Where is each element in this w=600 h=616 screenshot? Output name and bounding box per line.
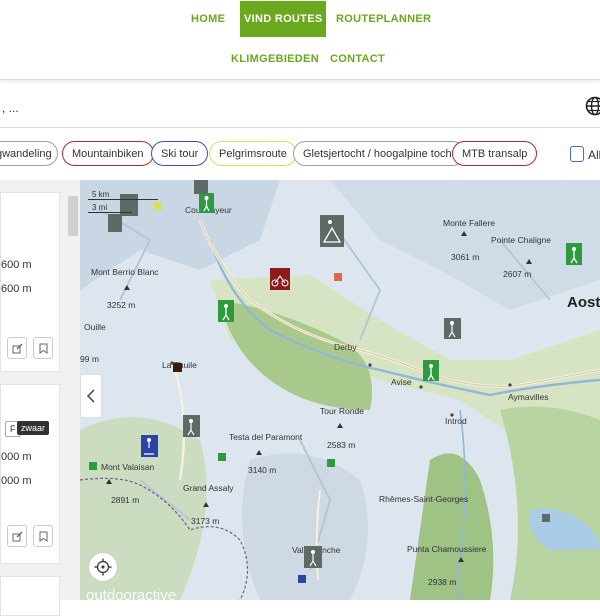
- route-card-value: 000 m: [1, 451, 32, 463]
- all-checkbox[interactable]: [570, 146, 584, 162]
- mountaineering-poi-icon[interactable]: [444, 318, 461, 339]
- map-label-avise: Avise: [391, 377, 412, 387]
- map-label-ouille: Ouille: [84, 322, 106, 332]
- poi-marker[interactable]: [334, 273, 342, 281]
- filter-chip-mtb-transalp[interactable]: MTB transalp: [452, 141, 537, 166]
- poi-marker[interactable]: [542, 514, 550, 522]
- sidebar-scrollbar[interactable]: [68, 196, 78, 236]
- map-label-elevation: 2891 m: [111, 495, 139, 505]
- filter-chip-wandeling[interactable]: gwandeling: [0, 141, 58, 166]
- map-label-tour-ronde: Tour Ronde: [320, 406, 364, 416]
- topographic-map[interactable]: Courmayeur Monte Fallere 3061 m Pointe C…: [80, 180, 600, 600]
- map-view[interactable]: Courmayeur Monte Fallere 3061 m Pointe C…: [80, 180, 600, 600]
- map-label-punta-chamoussiere: Punta Chamoussiere: [407, 544, 487, 554]
- map-label-elevation: 3140 m: [248, 465, 276, 475]
- map-label-aymavilles: Aymavilles: [508, 392, 548, 402]
- activity-filter-bar: gwandeling Mountainbiken Ski tour Pelgri…: [0, 138, 600, 172]
- hiking-poi-icon[interactable]: [423, 360, 439, 381]
- mountaineering-poi-icon[interactable]: [183, 415, 200, 437]
- route-list-sidebar: 600 m 600 m F zwaar 000 m 000 m: [0, 180, 80, 600]
- map-label-elevation: 3061 m: [451, 252, 479, 262]
- scale-km: 5 km: [88, 190, 158, 200]
- route-card-value: 000 m: [1, 475, 32, 487]
- ski-tour-poi-icon[interactable]: [141, 435, 158, 457]
- edit-icon: [12, 531, 23, 542]
- poi-marker[interactable]: [218, 453, 226, 461]
- edit-icon: [12, 343, 23, 354]
- mountaineering-poi-icon[interactable]: [320, 215, 344, 247]
- route-card[interactable]: 600 m 600 m: [0, 192, 60, 372]
- nav-routeplanner[interactable]: ROUTEPLANNER: [336, 13, 431, 25]
- poi-marker[interactable]: [327, 459, 335, 467]
- all-checkbox-label: All: [588, 148, 600, 162]
- route-card[interactable]: [0, 576, 60, 616]
- map-label-monte-fallere: Monte Fallere: [443, 218, 495, 228]
- map-label-pointe-chaligne: Pointe Chaligne: [491, 235, 551, 245]
- map-label-rhemes-saint-georges: Rhêmes-Saint-Georges: [379, 494, 468, 504]
- nav-klimgebieden[interactable]: KLIMGEBIEDEN: [231, 53, 319, 65]
- map-label-elevation: 99 m: [80, 354, 99, 364]
- hiking-poi-icon[interactable]: [218, 300, 234, 322]
- mountain-bike-poi-icon[interactable]: [270, 268, 290, 290]
- map-label-derby: Derby: [334, 342, 357, 352]
- hiking-poi-icon[interactable]: [199, 193, 214, 213]
- map-label-elevation: 2938 m: [428, 577, 456, 587]
- map-label-testa-del-paramont: Testa del Paramont: [229, 432, 303, 442]
- top-navigation: HOME VIND ROUTES ROUTEPLANNER KLIMGEBIED…: [0, 0, 600, 80]
- globe-icon[interactable]: [584, 95, 600, 117]
- map-label-introd: Introd: [445, 416, 467, 426]
- map-label-elevation: 3252 m: [107, 300, 135, 310]
- route-card-value: 600 m: [1, 283, 32, 295]
- chevron-left-icon: [86, 389, 96, 403]
- map-scale: 5 km 3 mi: [88, 190, 158, 213]
- outdooractive-watermark: outdooractive: [86, 587, 176, 600]
- poi-marker[interactable]: [89, 462, 97, 470]
- bookmark-route-button[interactable]: [33, 525, 53, 547]
- nav-vind-routes[interactable]: VIND ROUTES: [240, 1, 326, 37]
- nav-home[interactable]: HOME: [191, 13, 225, 25]
- hiking-poi-icon[interactable]: [566, 243, 582, 265]
- route-card[interactable]: F zwaar 000 m 000 m: [0, 384, 60, 564]
- filter-chip-ski-tour[interactable]: Ski tour: [151, 141, 208, 166]
- difficulty-badge: zwaar: [17, 421, 49, 435]
- filter-chip-gletsjertocht[interactable]: Gletsjertocht / hoogalpine tocht: [293, 141, 465, 166]
- map-label-aosta: Aosta: [567, 294, 600, 311]
- bookmark-icon: [39, 531, 48, 542]
- map-label-grand-assaly: Grand Assaly: [183, 483, 234, 493]
- map-label-mont-valaisan: Mont Valaisan: [101, 462, 155, 472]
- map-label-elevation: 2607 m: [503, 269, 531, 279]
- filter-chip-mountainbiken[interactable]: Mountainbiken: [62, 141, 154, 166]
- scale-mi: 3 mi: [88, 203, 132, 213]
- search-bar: [0, 88, 600, 128]
- bookmark-route-button[interactable]: [33, 337, 53, 359]
- bookmark-icon: [39, 343, 48, 354]
- locate-me-button[interactable]: [88, 552, 118, 582]
- collapse-sidebar-button[interactable]: [80, 374, 102, 418]
- poi-marker[interactable]: [298, 575, 306, 583]
- poi-marker[interactable]: [173, 363, 182, 372]
- search-input[interactable]: [0, 96, 560, 120]
- map-label-mont-berrio-blanc: Mont Berrio Blanc: [91, 267, 159, 277]
- filter-chip-pelgrimsroute[interactable]: Pelgrimsroute: [209, 141, 297, 166]
- mountaineering-poi-icon[interactable]: [304, 546, 322, 568]
- crosshair-icon: [94, 558, 112, 576]
- map-label-elevation: 2583 m: [327, 440, 355, 450]
- nav-contact[interactable]: CONTACT: [330, 53, 385, 65]
- edit-route-button[interactable]: [7, 337, 27, 359]
- edit-route-button[interactable]: [7, 525, 27, 547]
- route-card-value: 600 m: [1, 259, 32, 271]
- map-label-elevation: 3173 m: [191, 516, 219, 526]
